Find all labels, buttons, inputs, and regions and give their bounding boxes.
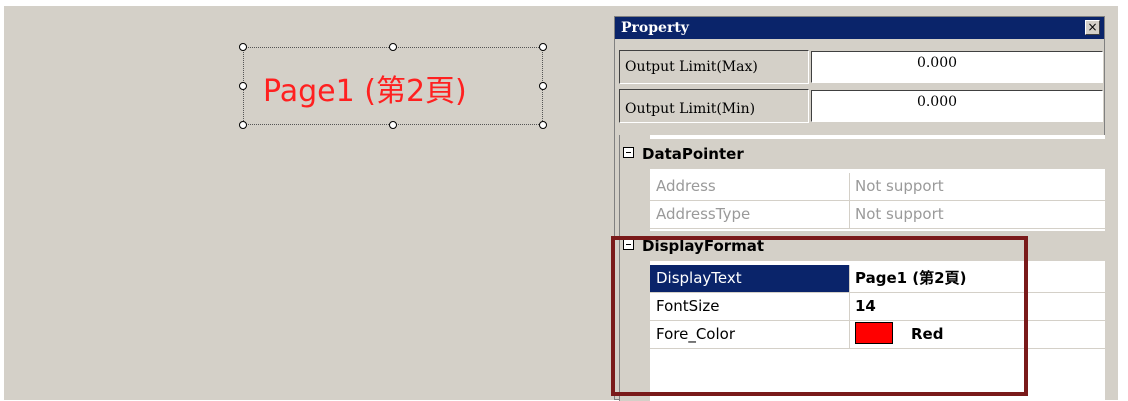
close-icon[interactable]: × — [1085, 20, 1100, 35]
resize-handle-bottom-left[interactable] — [239, 121, 247, 129]
row-value: Not support — [855, 177, 944, 195]
resize-handle-bottom-right[interactable] — [539, 121, 547, 129]
resize-handle-top-right[interactable] — [539, 43, 547, 51]
collapse-icon[interactable] — [623, 147, 634, 158]
output-limit-min-label: Output Limit(Min) — [625, 101, 756, 117]
property-titlebar[interactable]: Property × — [615, 17, 1104, 39]
row-key: Address — [650, 173, 850, 200]
resize-handle-middle-right[interactable] — [539, 82, 547, 90]
resize-handle-bottom-middle[interactable] — [389, 121, 397, 129]
resize-handle-top-middle[interactable] — [389, 43, 397, 51]
grid-row-addresstype[interactable]: AddressType Not support — [650, 201, 1105, 229]
row-value: Not support — [855, 205, 944, 223]
property-title: Property — [621, 20, 689, 36]
resize-handle-top-left[interactable] — [239, 43, 247, 51]
output-limit-min-input[interactable]: 0.000 — [811, 90, 1103, 122]
grid-row-address[interactable]: Address Not support — [650, 173, 1105, 201]
annotation-highlight-box — [611, 236, 1028, 396]
section-datapointer[interactable]: DataPointer — [620, 139, 1105, 169]
left-edge — [0, 0, 4, 400]
top-strip — [0, 0, 1128, 6]
resize-handle-middle-left[interactable] — [239, 82, 247, 90]
output-limit-max-input[interactable]: 0.000 — [811, 51, 1103, 83]
page-label-text[interactable]: Page1 (第2頁) — [263, 66, 467, 110]
row-key: AddressType — [650, 201, 850, 228]
output-limit-max-label: Output Limit(Max) — [625, 59, 758, 75]
section-name: DataPointer — [642, 145, 744, 163]
